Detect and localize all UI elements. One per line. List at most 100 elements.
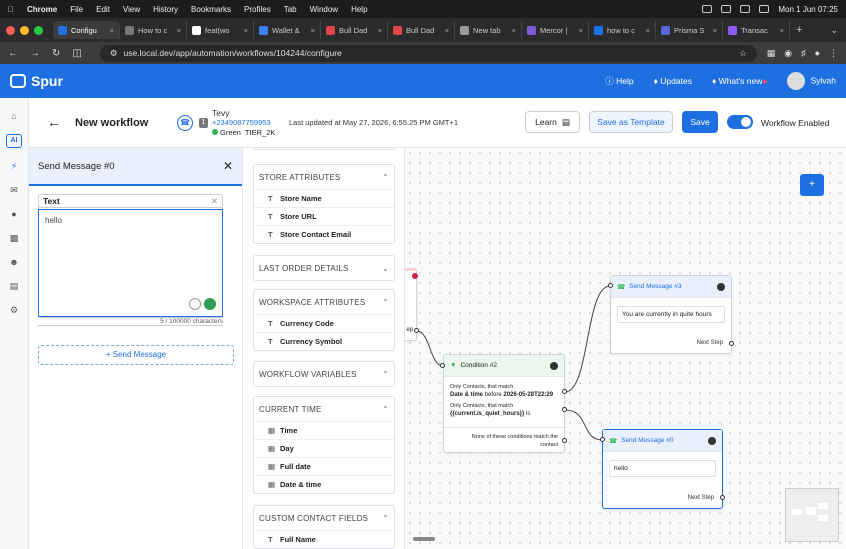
settings-gear-icon[interactable]: ⚙ (7, 304, 21, 316)
close-icon[interactable]: ✕ (223, 159, 233, 173)
back-arrow-icon[interactable]: ← (47, 114, 61, 130)
close-window-button[interactable] (6, 25, 15, 35)
section-header[interactable]: STORE ATTRIBUTES ⌃ (254, 165, 394, 189)
variable-full-date[interactable]: ▦ Full date (254, 457, 394, 475)
wifi-icon[interactable] (721, 5, 732, 13)
extension-icon[interactable]: ◉ (784, 48, 792, 59)
save-button[interactable]: Save (682, 111, 718, 133)
variable-store-email[interactable]: T Store Contact Email (254, 225, 394, 243)
close-tab-icon[interactable]: × (646, 26, 650, 35)
close-tab-icon[interactable]: × (311, 26, 315, 35)
contacts-icon[interactable]: ☻ (7, 256, 21, 268)
more-options-icon[interactable] (708, 436, 716, 445)
chat-icon[interactable]: ● (7, 208, 21, 220)
browser-tab[interactable]: New tab × (455, 21, 522, 39)
add-send-message-button[interactable]: + Send Message (38, 345, 234, 365)
workflow-canvas[interactable]: ep ▼ Condition #2 Only Contacts, that ma… (405, 148, 846, 549)
browser-tab[interactable]: How to c × (120, 21, 187, 39)
menu-history[interactable]: History (153, 5, 178, 14)
browser-tab[interactable]: Wallet & × (254, 21, 321, 39)
status-app-icon[interactable] (702, 5, 713, 13)
browser-tab[interactable]: how to c × (589, 21, 656, 39)
whats-new-link[interactable]: ♦ What's new● (712, 76, 768, 86)
add-node-button[interactable]: + (800, 174, 824, 196)
browser-tab[interactable]: feat(wo × (187, 21, 254, 39)
output-port[interactable] (562, 438, 567, 443)
close-tab-icon[interactable]: × (445, 26, 449, 35)
user-menu[interactable]: Sylvah (787, 72, 836, 90)
url-field[interactable]: ⚙ use.local.dev/app/automation/workflows… (99, 44, 757, 62)
close-tab-icon[interactable]: × (177, 26, 181, 35)
help-link[interactable]: ⓘ Help (605, 75, 633, 87)
input-port[interactable] (600, 437, 605, 442)
forward-icon[interactable]: → (30, 48, 40, 59)
more-options-icon[interactable] (550, 361, 558, 370)
input-port[interactable] (440, 363, 445, 368)
remove-text-icon[interactable]: ✕ (211, 196, 218, 207)
output-port[interactable] (562, 407, 567, 412)
back-icon[interactable]: ← (8, 48, 18, 59)
browser-tab[interactable]: Bull Dad × (321, 21, 388, 39)
variable-bulb-icon[interactable] (189, 298, 201, 310)
profile-icon[interactable]: ● (815, 48, 820, 59)
site-info-icon[interactable]: ⚙ (110, 48, 118, 59)
more-options-icon[interactable] (717, 282, 725, 291)
close-tab-icon[interactable]: × (713, 26, 717, 35)
menu-tab[interactable]: Tab (284, 5, 297, 14)
variable-currency-code[interactable]: T Currency Code (254, 314, 394, 332)
extensions-puzzle-icon[interactable]: ♯ (801, 48, 806, 59)
browser-tab[interactable]: Prisma S × (656, 21, 723, 39)
browser-tab[interactable]: Transac × (723, 21, 790, 39)
ai-icon[interactable]: AI (6, 134, 22, 148)
close-tab-icon[interactable]: × (579, 26, 583, 35)
close-tab-icon[interactable]: × (512, 26, 516, 35)
sidebar-toggle-icon[interactable]: ◫ (72, 48, 81, 59)
menu-edit[interactable]: Edit (96, 5, 110, 14)
output-port[interactable] (414, 328, 419, 333)
horizontal-scrollbar[interactable] (413, 537, 435, 541)
output-port[interactable] (562, 389, 567, 394)
close-tab-icon[interactable]: × (780, 26, 784, 35)
zoom-window-button[interactable] (34, 25, 43, 35)
automation-bolt-icon[interactable]: ⚡ (7, 160, 21, 172)
save-as-template-button[interactable]: Save as Template (589, 111, 673, 133)
menu-bookmarks[interactable]: Bookmarks (191, 5, 231, 14)
output-port[interactable] (720, 495, 725, 500)
variable-currency-symbol[interactable]: T Currency Symbol (254, 332, 394, 350)
menu-app-name[interactable]: Chrome (27, 5, 57, 14)
chrome-menu-icon[interactable]: ⋮ (829, 48, 838, 59)
brand-logo[interactable]: Spur (10, 73, 63, 89)
menu-profiles[interactable]: Profiles (244, 5, 271, 14)
menu-help[interactable]: Help (351, 5, 367, 14)
updates-link[interactable]: ♦ Updates (654, 76, 692, 86)
browser-tab[interactable]: Bull Dad × (388, 21, 455, 39)
close-tab-icon[interactable]: × (244, 26, 248, 35)
menu-window[interactable]: Window (310, 5, 338, 14)
workflow-title[interactable]: New workflow (75, 117, 148, 129)
menu-view[interactable]: View (123, 5, 140, 14)
grammarly-icon[interactable] (204, 298, 216, 310)
close-tab-icon[interactable]: × (378, 26, 382, 35)
section-header[interactable]: CURRENT TIME ⌃ (254, 397, 394, 421)
variable-full-name[interactable]: T Full Name (254, 530, 394, 548)
bookmark-star-icon[interactable]: ☆ (739, 48, 747, 59)
minimap[interactable] (785, 488, 839, 542)
workflow-enabled-toggle[interactable] (727, 115, 753, 129)
clock[interactable]: Mon 1 Jun 07:25 (778, 5, 838, 14)
apple-icon[interactable]:  (8, 5, 14, 14)
output-port[interactable] (729, 341, 734, 346)
learn-button[interactable]: Learn ▤ (525, 111, 580, 133)
variable-time[interactable]: ▦ Time (254, 421, 394, 439)
node-menu-icon[interactable] (412, 273, 418, 279)
menu-file[interactable]: File (70, 5, 83, 14)
browser-tab[interactable]: Configu × (53, 21, 120, 39)
minimize-window-button[interactable] (20, 25, 29, 35)
section-header[interactable]: WORKFLOW VARIABLES ⌃ (254, 362, 394, 386)
send-message-3-node[interactable]: ☎ Send Message #3 You are currently in q… (610, 275, 732, 354)
search-icon[interactable] (740, 5, 751, 13)
section-header[interactable]: LAST ORDER DETAILS ⌄ (254, 256, 394, 280)
input-port[interactable] (608, 283, 613, 288)
contact-info[interactable]: Tevy +2349087759953 Green TIER_2K (212, 108, 275, 138)
condition-node[interactable]: ▼ Condition #2 Only Contacts, that match… (443, 354, 565, 453)
templates-icon[interactable]: ▤ (7, 280, 21, 292)
